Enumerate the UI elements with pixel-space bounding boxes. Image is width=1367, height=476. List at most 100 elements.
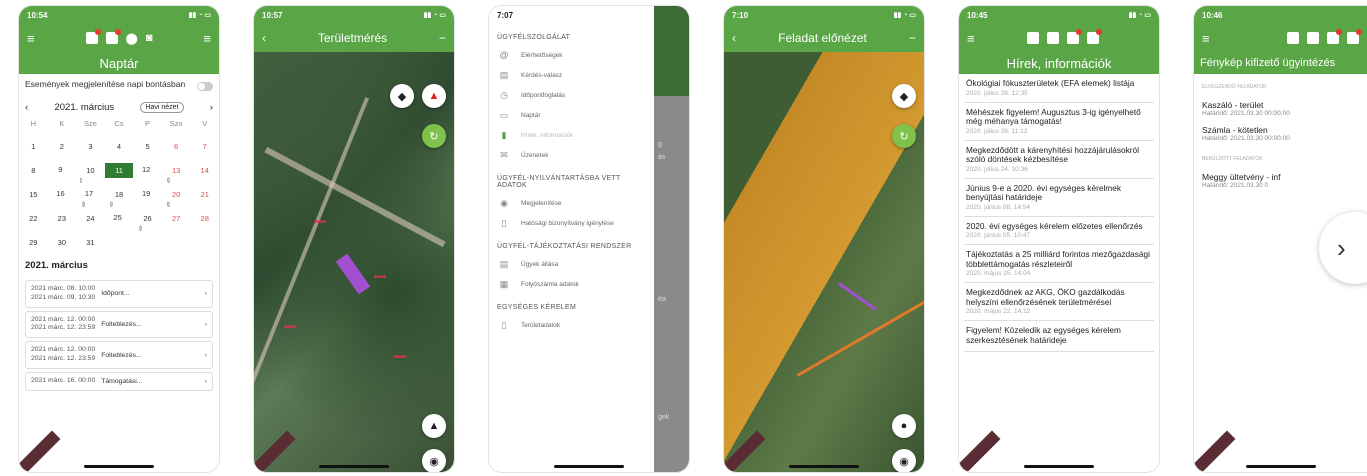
- back-icon[interactable]: ‹: [262, 31, 266, 45]
- menu-icon[interactable]: ≡: [1202, 31, 1210, 46]
- calendar-day[interactable]: 29: [19, 238, 48, 247]
- prev-month-icon[interactable]: ‹: [25, 102, 28, 113]
- calendar-day[interactable]: 1: [19, 142, 48, 151]
- event-item[interactable]: 2021 márc. 16. 00:00 Támogatási... ›: [25, 371, 213, 391]
- calendar-day[interactable]: 27: [162, 214, 191, 223]
- calendar-day[interactable]: 11: [104, 162, 134, 178]
- compass-icon[interactable]: ▲: [422, 84, 446, 108]
- news-icon[interactable]: [1046, 32, 1059, 44]
- location-icon[interactable]: [1066, 29, 1082, 44]
- task-item[interactable]: Számla - kötetlen Határidő: 2021.03.30 00…: [1194, 121, 1367, 146]
- menu-item[interactable]: ▤ Ügyek állása: [489, 254, 654, 274]
- messages-icon[interactable]: [1026, 32, 1039, 44]
- event-item[interactable]: 2021 márc. 08. 10:00 2021 márc. 09. 10:3…: [25, 280, 213, 308]
- satellite-map[interactable]: ‹ Feladat előnézet − ◆ ↻ ● ◉: [724, 24, 924, 472]
- news-item[interactable]: Ökológiai fókuszterületek (EFA elemek) l…: [964, 74, 1154, 103]
- news-icon[interactable]: [105, 28, 121, 44]
- bg-text: gek: [658, 414, 670, 421]
- menu-item[interactable]: @ Elérhetőségek: [489, 45, 654, 65]
- pin-icon[interactable]: ●: [892, 414, 916, 438]
- calendar-day[interactable]: 91: [48, 165, 83, 183]
- menu-overlay[interactable]: g ás éa gek: [654, 6, 689, 472]
- calendar-day[interactable]: 23: [48, 214, 77, 223]
- menu-item[interactable]: ▦ Folyószámla adatok: [489, 274, 654, 294]
- task-item[interactable]: Kaszáló - terület Határidő: 2021.03.30 00…: [1194, 96, 1367, 121]
- calendar-day[interactable]: 18: [105, 190, 134, 199]
- calendar-day[interactable]: 162: [48, 189, 85, 207]
- camera-icon[interactable]: ◙: [146, 32, 153, 45]
- task-title: Meggy ültetvény - inf: [1202, 172, 1281, 182]
- calendar-day[interactable]: 22: [19, 214, 48, 223]
- my-location-icon[interactable]: ◉: [892, 449, 916, 472]
- calendar-day[interactable]: 24: [76, 214, 105, 223]
- calendar-day[interactable]: 3: [76, 142, 105, 151]
- more-icon[interactable]: ≡: [203, 31, 211, 46]
- menu-item[interactable]: ◷ Időpontfoglalás: [489, 85, 654, 105]
- menu-item[interactable]: ◉ Megjelenítése: [489, 193, 654, 213]
- camera-icon[interactable]: [1086, 29, 1102, 44]
- menu-item[interactable]: ▤ Kérdés-válasz: [489, 65, 654, 85]
- calendar-day[interactable]: 14: [190, 166, 219, 175]
- news-item[interactable]: 2020. évi egységes kérelem előzetes elle…: [964, 217, 1154, 246]
- news-item[interactable]: Tájékoztatás a 25 milliárd forintos mező…: [964, 245, 1154, 284]
- location-icon[interactable]: ⬤: [126, 32, 138, 45]
- news-date: 2020. június 05. 10:47: [966, 232, 1030, 240]
- calendar-day[interactable]: 31: [76, 238, 105, 247]
- calendar-day[interactable]: 191: [133, 189, 171, 207]
- menu-icon[interactable]: ≡: [27, 31, 35, 46]
- calendar-day[interactable]: 4: [105, 142, 134, 151]
- task-line[interactable]: [838, 282, 877, 311]
- location-icon[interactable]: [1327, 29, 1342, 44]
- calendar-day[interactable]: 21: [190, 190, 219, 199]
- month-view-button[interactable]: Havi nézet: [140, 102, 184, 113]
- task-item[interactable]: Meggy ültetvény - inf Határidő: 2021.03.3…: [1194, 168, 1367, 193]
- daily-view-switch[interactable]: [197, 82, 213, 91]
- event-item[interactable]: 2021 márc. 12. 00:00 2021 márc. 12. 23:5…: [25, 341, 213, 369]
- daily-view-toggle-row[interactable]: Események megjelenítése napi bontásban: [19, 74, 219, 96]
- news-title: 2020. évi egységes kérelem előzetes elle…: [966, 220, 1143, 231]
- calendar-day[interactable]: 30: [48, 238, 77, 247]
- news-item[interactable]: Méhészek figyelem! Augusztus 3-ig igénye…: [964, 103, 1154, 141]
- satellite-map[interactable]: ‹ Területmérés − ■■■■ ■■■■ ■■■■ ■■■■ ◆ ▲…: [254, 24, 454, 472]
- menu-item[interactable]: ▮ Hírek, információk: [489, 125, 654, 145]
- sync-icon[interactable]: ↻: [422, 124, 446, 148]
- calendar-day[interactable]: 10: [76, 166, 105, 175]
- calendar-day[interactable]: 6: [162, 142, 191, 151]
- calendar-day[interactable]: 28: [190, 214, 219, 223]
- news-item[interactable]: Megkezdődnek az AKG, ÖKO gazdálkodás hel…: [964, 283, 1154, 322]
- menu-item[interactable]: ✉ Üzenetek: [489, 145, 654, 165]
- calendar-day[interactable]: 8: [19, 166, 48, 175]
- back-icon[interactable]: ‹: [732, 31, 736, 45]
- camera-icon[interactable]: [1347, 29, 1362, 44]
- calendar-day[interactable]: 15: [19, 190, 48, 199]
- menu-item[interactable]: ▭ Naptár: [489, 105, 654, 125]
- calendar-day[interactable]: 7: [190, 142, 219, 151]
- measured-parcel[interactable]: [335, 253, 371, 295]
- calendar-day[interactable]: 5: [133, 142, 162, 151]
- messages-icon[interactable]: [85, 28, 101, 44]
- news-item[interactable]: Megkezdődött a kárenyhítési hozzájárulás…: [964, 141, 1154, 179]
- news-item[interactable]: Június 9-e a 2020. évi egységes kérelmek…: [964, 179, 1154, 217]
- layers-icon[interactable]: ◆: [390, 84, 414, 108]
- news-icon[interactable]: [1307, 32, 1319, 44]
- calendar-day[interactable]: 26: [133, 214, 162, 223]
- menu-item[interactable]: ▯ Hatósági bizonyítvány igénylése: [489, 213, 654, 233]
- calendar-day[interactable]: 20: [162, 190, 191, 199]
- more-icon[interactable]: −: [439, 31, 446, 45]
- layers-icon[interactable]: ◆: [892, 84, 916, 108]
- calendar-day[interactable]: 252: [105, 213, 142, 231]
- calendar-day[interactable]: 171: [76, 189, 114, 207]
- calendar-day[interactable]: 2: [48, 142, 77, 151]
- more-icon[interactable]: −: [909, 31, 916, 45]
- next-month-icon[interactable]: ›: [210, 102, 213, 113]
- my-location-icon[interactable]: ◉: [422, 449, 446, 472]
- calendar-day[interactable]: 122: [133, 165, 171, 183]
- news-item[interactable]: Figyelem! Közeledik az egységes kérelem …: [964, 321, 1154, 353]
- menu-item[interactable]: ▯ Területadatok: [489, 315, 654, 335]
- terrain-icon[interactable]: ▲: [422, 414, 446, 438]
- event-item[interactable]: 2021 márc. 12. 00:00 2021 márc. 12. 23:5…: [25, 310, 213, 339]
- menu-icon[interactable]: ≡: [967, 31, 975, 46]
- sync-icon[interactable]: ↻: [892, 124, 916, 148]
- messages-icon[interactable]: [1287, 32, 1299, 44]
- calendar-day[interactable]: 13: [162, 166, 191, 175]
